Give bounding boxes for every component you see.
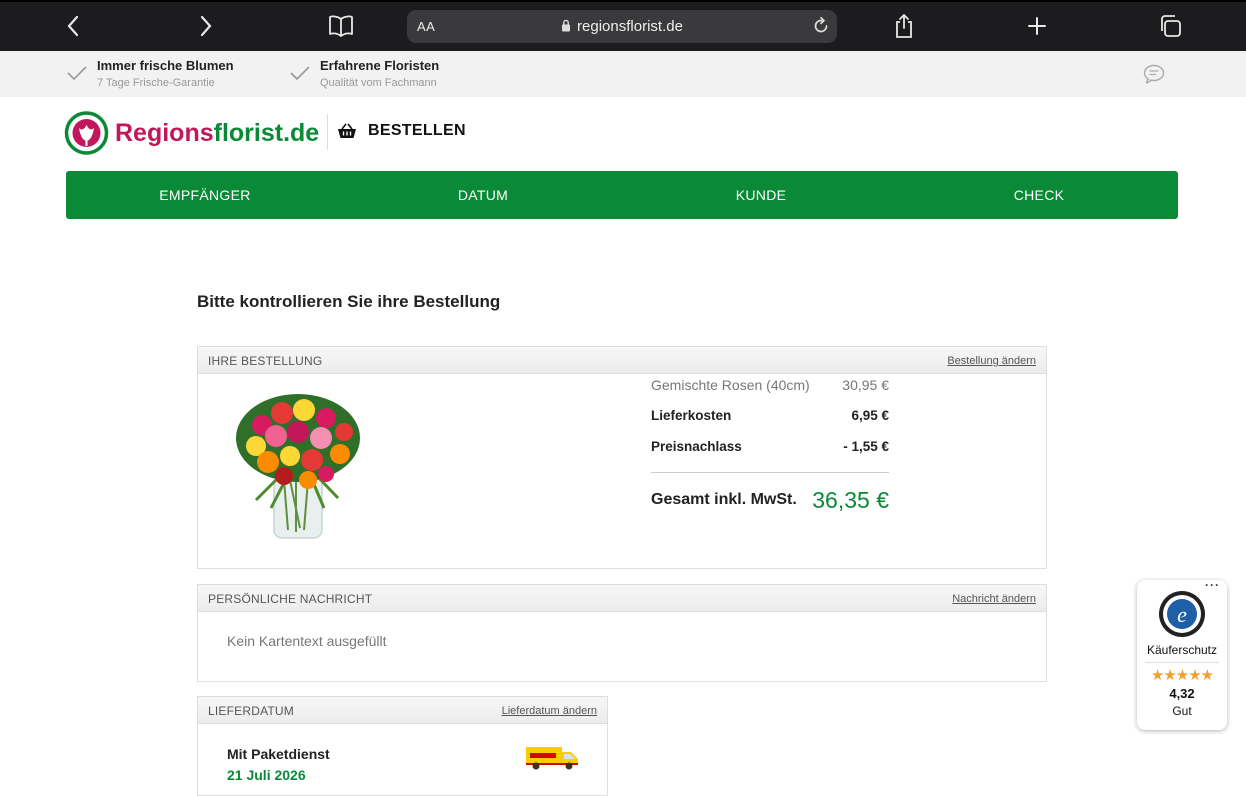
section-label-text: BESTELLEN — [368, 122, 466, 139]
message-panel-title: PERSÖNLICHE NACHRICHT — [208, 592, 373, 606]
price-row: Lieferkosten 6,95 € — [651, 408, 889, 439]
price-divider — [651, 472, 889, 473]
share-icon[interactable] — [888, 10, 920, 42]
order-panel-header: IHRE BESTELLUNG Bestellung ändern — [198, 347, 1046, 374]
svg-text:e: e — [1177, 602, 1187, 627]
bookmarks-icon[interactable] — [325, 10, 357, 42]
usp-subtitle: 7 Tage Frische-Garantie — [97, 77, 215, 89]
delivery-panel-header: LIEFERDATUM Lieferdatum ändern — [198, 697, 607, 724]
page-title: Bitte kontrollieren Sie ihre Bestellung — [197, 292, 501, 311]
total-row: Gesamt inkl. MwSt. 36,35 € — [651, 487, 889, 527]
edit-order-link[interactable]: Bestellung ändern — [947, 355, 1036, 367]
logo-text-part1: Regions — [115, 118, 214, 147]
total-value: 36,35 € — [812, 487, 889, 513]
shipping-method: Mit Paketdienst — [227, 746, 330, 762]
badge-divider — [1145, 662, 1219, 663]
reload-icon[interactable] — [811, 16, 831, 36]
price-row: Gemischte Rosen (40cm) 30,95 € — [651, 377, 889, 408]
rating-stars: ★★★★★ — [1150, 667, 1214, 684]
basket-icon — [338, 123, 356, 138]
dhl-van-icon — [526, 747, 578, 770]
price-label: Preisnachlass — [651, 439, 742, 454]
forward-icon[interactable] — [190, 10, 222, 42]
step-check[interactable]: CHECK — [900, 171, 1178, 219]
price-value: 6,95 € — [851, 408, 889, 423]
buyer-protection-label: Käuferschutz — [1146, 643, 1218, 657]
chat-icon[interactable] — [1143, 64, 1165, 84]
delivery-panel-title: LIEFERDATUM — [208, 704, 294, 718]
browser-toolbar: AA regionsflorist.de — [0, 0, 1246, 51]
usp-subtitle: Qualität vom Fachmann — [320, 77, 437, 89]
edit-delivery-date-link[interactable]: Lieferdatum ändern — [502, 705, 597, 717]
address-bar[interactable]: AA regionsflorist.de — [407, 10, 837, 43]
order-panel-title: IHRE BESTELLUNG — [208, 354, 323, 368]
trusted-shops-seal-icon: e — [1159, 591, 1205, 637]
more-options-icon[interactable]: ··· — [1205, 578, 1220, 592]
new-tab-icon[interactable] — [1021, 10, 1053, 42]
total-label: Gesamt inkl. MwSt. — [651, 491, 797, 508]
delivery-panel: LIEFERDATUM Lieferdatum ändern Mit Paket… — [197, 696, 608, 796]
header-divider — [327, 114, 328, 150]
checkmark-icon — [67, 66, 87, 81]
edit-message-link[interactable]: Nachricht ändern — [952, 593, 1036, 605]
price-label: Lieferkosten — [651, 408, 732, 423]
order-panel: IHRE BESTELLUNG Bestellung ändern Gemisc… — [197, 346, 1047, 569]
usp-bar: Immer frische Blumen 7 Tage Frische-Gara… — [0, 51, 1246, 97]
price-summary: Gemischte Rosen (40cm) 30,95 € Lieferkos… — [651, 377, 889, 527]
card-text: Kein Kartentext ausgefüllt — [227, 633, 387, 649]
logo-text-part2: florist.de — [213, 118, 320, 147]
rating-grade: Gut — [1172, 704, 1192, 718]
usp-title: Erfahrene Floristen — [320, 58, 440, 73]
tabs-overview-icon[interactable] — [1154, 10, 1186, 42]
step-customer[interactable]: KUNDE — [622, 171, 900, 219]
usp-title: Immer frische Blumen — [97, 58, 234, 73]
trusted-shops-badge[interactable]: ··· e Käuferschutz ★★★★★ 4,32 Gut — [1137, 578, 1227, 730]
back-icon[interactable] — [57, 10, 89, 42]
price-label: Gemischte Rosen (40cm) — [651, 377, 810, 393]
checkout-steps: EMPFÄNGER DATUM KUNDE CHECK — [66, 171, 1178, 219]
step-date[interactable]: DATUM — [344, 171, 622, 219]
price-row: Preisnachlass - 1,55 € — [651, 439, 889, 470]
site-logo[interactable]: Regionsflorist.de — [64, 110, 319, 156]
section-label: BESTELLEN — [337, 122, 466, 140]
delivery-date: 21 Juli 2026 — [227, 767, 306, 783]
price-value: - 1,55 € — [843, 439, 889, 454]
bouquet-image — [236, 394, 360, 539]
price-value: 30,95 € — [842, 377, 889, 393]
checkmark-icon — [290, 66, 310, 81]
step-recipient[interactable]: EMPFÄNGER — [66, 171, 344, 219]
tulip-logo-icon — [64, 111, 109, 155]
message-panel-header: PERSÖNLICHE NACHRICHT Nachricht ändern — [198, 585, 1046, 612]
url-text: regionsflorist.de — [577, 18, 683, 35]
lock-icon — [562, 19, 571, 32]
message-panel: PERSÖNLICHE NACHRICHT Nachricht ändern K… — [197, 584, 1047, 682]
rating-value: 4,32 — [1169, 686, 1195, 701]
